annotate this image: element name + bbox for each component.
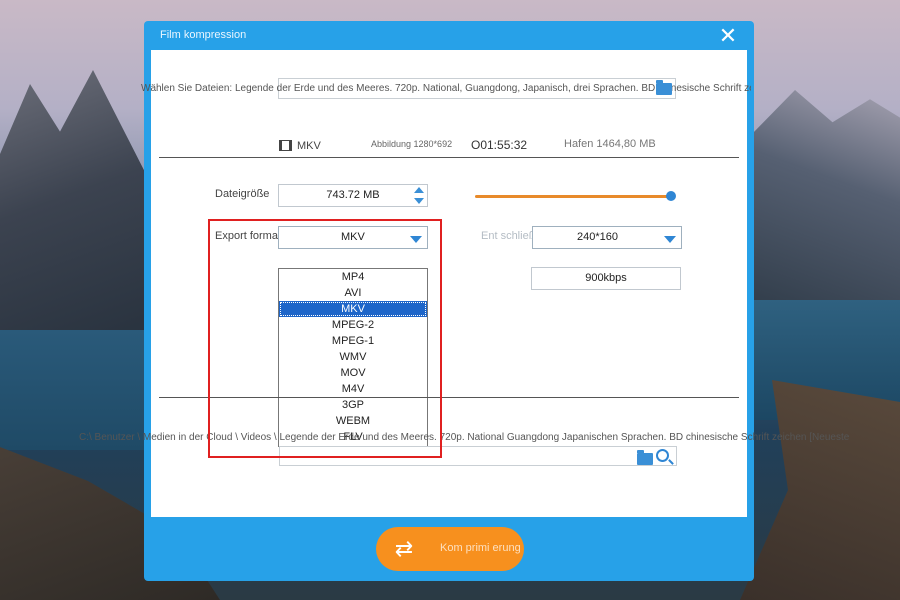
- output-path-field[interactable]: [279, 446, 677, 466]
- source-resolution: Abbildung 1280*692: [371, 139, 453, 149]
- background-mountains-left: [0, 70, 150, 350]
- format-option[interactable]: MPEG-2: [279, 317, 427, 333]
- file-size-value: 743.72 MB: [326, 189, 380, 201]
- export-format-select[interactable]: MKV: [278, 226, 428, 249]
- bitrate-value: 900kbps: [585, 272, 627, 284]
- file-size-label: Dateigröße: [215, 188, 270, 200]
- chevron-down-icon[interactable]: [664, 236, 676, 243]
- dialog-panel: Wählen Sie Dateien: Legende der Erde und…: [141, 50, 751, 517]
- format-option[interactable]: 3GP: [279, 397, 427, 413]
- stepper-down-icon[interactable]: [414, 198, 424, 204]
- format-option[interactable]: AVI: [279, 285, 427, 301]
- stepper-up-icon[interactable]: [414, 187, 424, 193]
- compress-button-label: Kom primi erung: [440, 542, 521, 554]
- slider-handle[interactable]: [666, 191, 676, 201]
- export-format-dropdown[interactable]: MP4 AVI MKV MPEG-2 MPEG-1 WMV MOV M4V 3GP WEBM FLV: [278, 268, 428, 447]
- background-mountains-right: [750, 90, 900, 320]
- file-size-slider[interactable]: [475, 195, 671, 198]
- bitrate-input[interactable]: 900kbps: [531, 267, 681, 290]
- convert-icon: ⇄: [394, 536, 414, 561]
- resolution-value: 240*160: [577, 231, 618, 243]
- compress-button[interactable]: ⇄ Kom primi erung: [376, 527, 524, 571]
- file-size-stepper[interactable]: [413, 185, 425, 207]
- format-option[interactable]: WMV: [279, 349, 427, 365]
- output-path-text: C:\ Benutzer \ Medien in der Cloud \ Vid…: [79, 432, 850, 443]
- search-icon[interactable]: [656, 449, 669, 462]
- format-option[interactable]: MPEG-1: [279, 333, 427, 349]
- export-format-label: Export format:: [215, 230, 285, 242]
- compression-dialog: Film kompression ✕ Wählen Sie Dateien: L…: [141, 21, 754, 581]
- divider-top: [159, 157, 739, 158]
- divider-bottom: [159, 397, 739, 398]
- source-format: MKV: [297, 140, 321, 152]
- film-icon: [279, 140, 292, 151]
- file-size-input[interactable]: 743.72 MB: [278, 184, 428, 207]
- format-option[interactable]: MP4: [279, 269, 427, 285]
- format-option[interactable]: M4V: [279, 381, 427, 397]
- output-folder-icon[interactable]: [637, 450, 653, 465]
- close-icon[interactable]: ✕: [718, 25, 738, 47]
- export-format-value: MKV: [341, 231, 365, 243]
- format-option[interactable]: MKV: [279, 301, 427, 317]
- dialog-title: Film kompression: [160, 29, 247, 41]
- browse-folder-icon[interactable]: [656, 80, 672, 95]
- source-duration: O01:55:32: [471, 138, 528, 152]
- source-size: Hafen 1464,80 MB: [564, 138, 656, 150]
- format-option[interactable]: WEBM: [279, 413, 427, 429]
- chevron-down-icon[interactable]: [410, 236, 422, 243]
- format-option[interactable]: MOV: [279, 365, 427, 381]
- resolution-select[interactable]: 240*160: [532, 226, 682, 249]
